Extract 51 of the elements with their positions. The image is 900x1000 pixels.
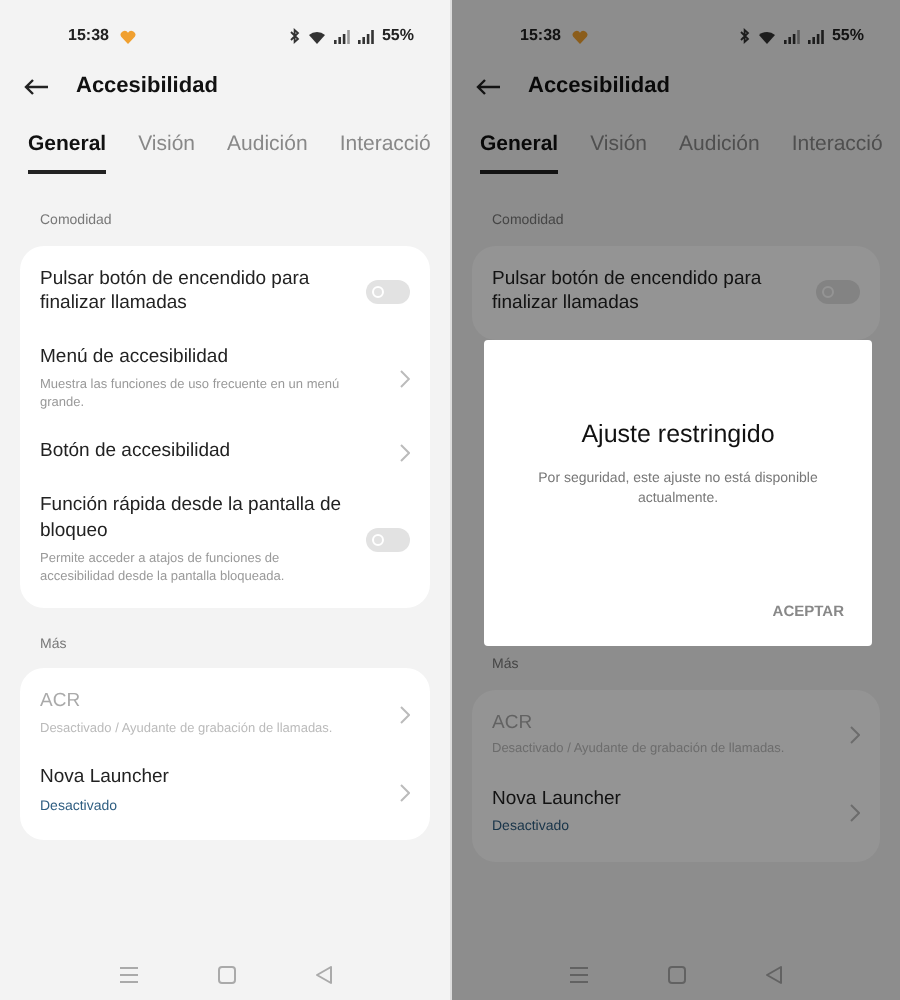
back-arrow-icon bbox=[476, 77, 500, 95]
back-button[interactable] bbox=[476, 77, 500, 95]
home-icon bbox=[668, 966, 686, 984]
heart-icon bbox=[572, 29, 589, 43]
menu-icon bbox=[119, 966, 137, 984]
page-title: Accesibilidad bbox=[76, 71, 218, 102]
item-title: Botón de accesibilidad bbox=[40, 440, 233, 466]
status-time: 15:38 bbox=[68, 24, 109, 48]
battery-level: 55% bbox=[831, 24, 864, 48]
chevron-icon bbox=[400, 444, 410, 463]
settings-item[interactable]: Botón de accesibilidad bbox=[20, 426, 430, 480]
back-arrow-icon bbox=[24, 77, 48, 95]
dialog-title: Ajuste restringido bbox=[579, 418, 777, 453]
item-title: Pulsar botón de encendido para finalizar llamadas bbox=[40, 267, 312, 319]
page-title: Accesibilidad bbox=[528, 71, 670, 102]
item-title: Pulsar botón de encendido para finalizar llamadas bbox=[492, 267, 764, 319]
battery-level: 55% bbox=[381, 24, 414, 48]
status-time: 15:38 bbox=[520, 24, 561, 48]
chevron-icon bbox=[400, 370, 410, 389]
signal-icon bbox=[807, 29, 824, 43]
chevron-icon bbox=[400, 783, 410, 802]
tab[interactable]: Visión bbox=[138, 132, 196, 170]
chevron-icon bbox=[400, 705, 410, 724]
settings-item[interactable]: Pulsar botón de encendido para finalizar llamadas bbox=[20, 253, 430, 333]
bluetooth-icon bbox=[289, 28, 300, 44]
menu-icon bbox=[570, 966, 588, 984]
item-title: Nova Launcher bbox=[40, 766, 171, 792]
signal-icon bbox=[357, 29, 374, 43]
signal-icon bbox=[783, 29, 800, 43]
settings-item[interactable]: Pulsar botón de encendido para finalizar llamadas bbox=[472, 253, 880, 333]
item-title: Nova Launcher bbox=[492, 787, 623, 813]
heart-icon bbox=[120, 29, 137, 43]
wifi-icon bbox=[307, 29, 326, 43]
chevron-icon bbox=[850, 804, 860, 823]
signal-icon bbox=[333, 29, 350, 43]
tab[interactable]: General bbox=[28, 132, 107, 174]
back-icon bbox=[766, 966, 782, 984]
item-title: ACR bbox=[40, 690, 83, 717]
bluetooth-icon bbox=[739, 28, 750, 44]
wifi-icon bbox=[757, 29, 776, 43]
back-icon bbox=[315, 966, 331, 984]
toggle-switch[interactable] bbox=[366, 527, 410, 552]
chevron-icon bbox=[850, 726, 860, 745]
item-title: Función rápida desde la pantalla de bloqueo bbox=[40, 493, 344, 546]
tab[interactable]: Audición bbox=[227, 132, 308, 170]
toggle-switch[interactable] bbox=[366, 280, 410, 305]
item-title: Menú de accesibilidad bbox=[40, 346, 231, 372]
back-button[interactable] bbox=[24, 77, 48, 95]
home-icon bbox=[217, 966, 235, 984]
tab[interactable]: Interacció bbox=[339, 132, 431, 170]
tab[interactable]: General bbox=[480, 132, 559, 174]
